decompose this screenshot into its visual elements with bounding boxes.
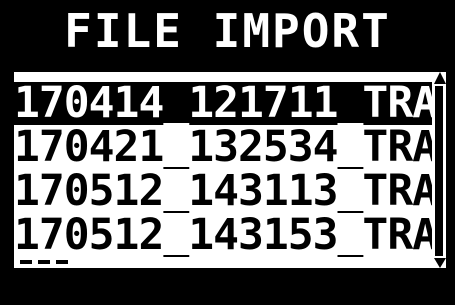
partial-glyph (20, 260, 32, 264)
list-scrollbar[interactable] (432, 72, 446, 268)
scroll-track[interactable] (435, 86, 443, 256)
file-list: 170414_121711_TRA 170421_132534_TRA 1705… (14, 72, 446, 268)
footer-bar (0, 268, 455, 305)
scroll-thumb[interactable] (435, 94, 443, 244)
file-list-item[interactable]: 170421_132534_TRA (14, 126, 434, 169)
file-list-item-selected[interactable]: 170414_121711_TRA (14, 82, 434, 125)
title-bar: FILE IMPORT (0, 0, 455, 62)
file-import-screen: FILE IMPORT 170414_121711_TRA 170421_132… (0, 0, 455, 305)
file-list-item-partial[interactable] (20, 260, 80, 268)
partial-glyph (56, 260, 68, 264)
partial-glyph (38, 260, 50, 264)
triangle-down-icon[interactable] (434, 258, 446, 268)
file-list-item[interactable]: 170512_143153_TRA (14, 214, 434, 257)
page-title: FILE IMPORT (64, 4, 391, 58)
file-list-item[interactable]: 170512_143113_TRA (14, 170, 434, 213)
triangle-up-icon[interactable] (434, 72, 446, 84)
